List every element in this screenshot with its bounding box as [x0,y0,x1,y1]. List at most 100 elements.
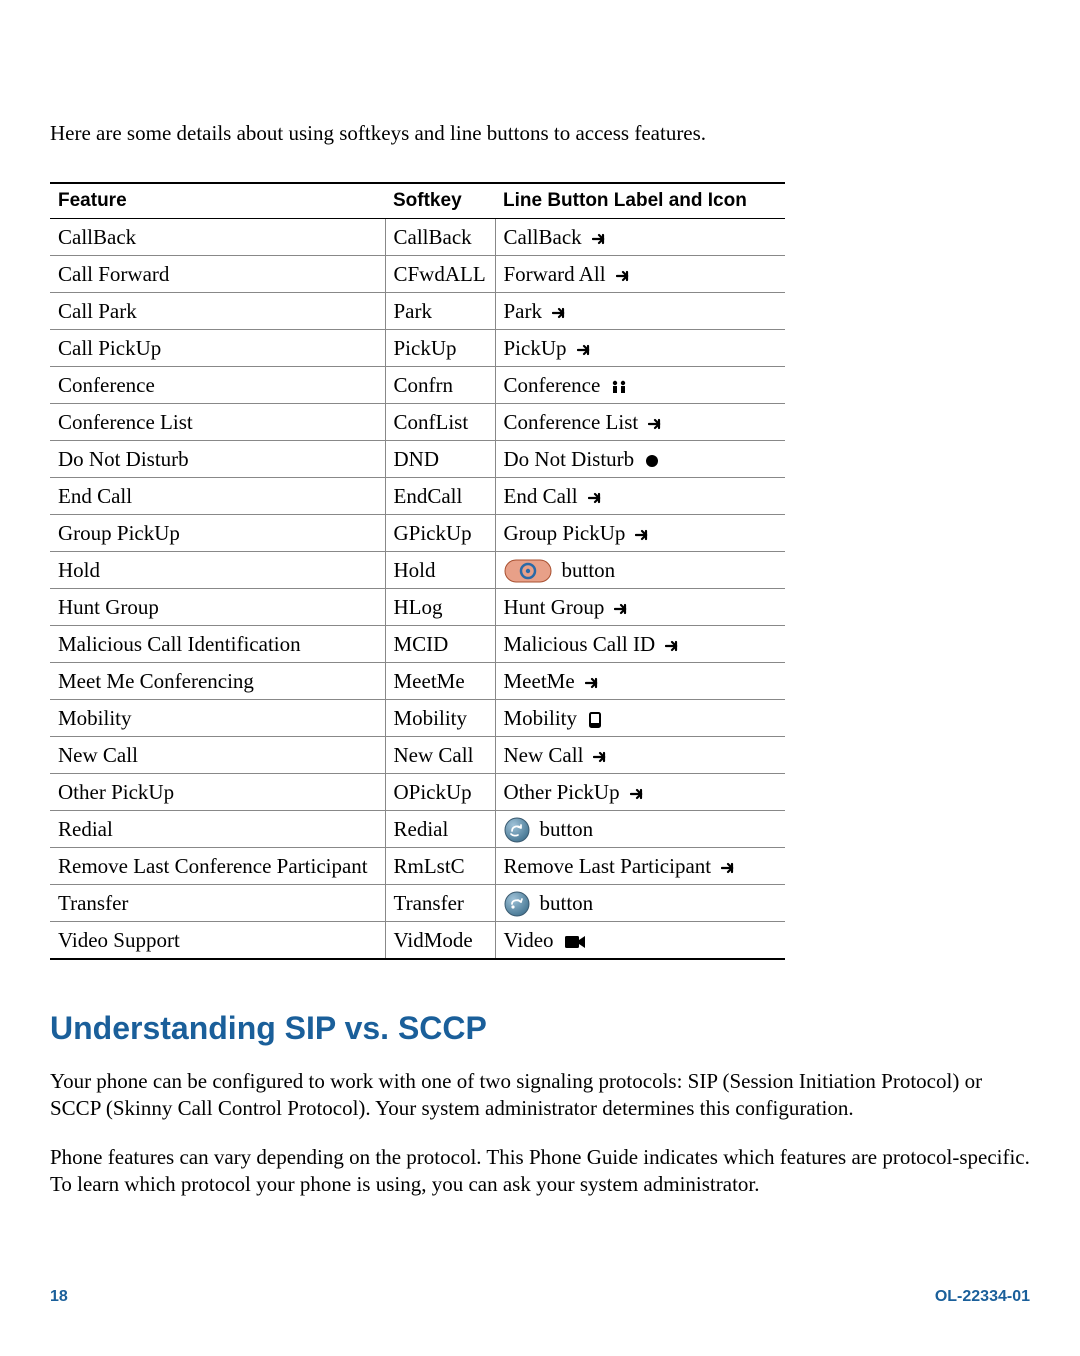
arrow-icon [593,743,611,768]
line-button-cell: Other PickUp [495,774,785,811]
transfer-button-icon [504,889,530,916]
table-row: End CallEndCallEnd Call [50,478,785,515]
table-row: Call ParkParkPark [50,293,785,330]
arrow-icon [552,299,570,324]
line-button-cell: button [495,811,785,848]
feature-cell: Other PickUp [50,774,385,811]
arrow-icon [630,780,648,805]
feature-cell: Call Park [50,293,385,330]
feature-cell: Malicious Call Identification [50,626,385,663]
softkey-cell: HLog [385,589,495,626]
line-button-cell: Video [495,922,785,960]
table-row: Conference ListConfListConference List [50,404,785,441]
mobility-icon [587,706,603,731]
feature-cell: Video Support [50,922,385,960]
table-row: Call ForwardCFwdALLForward All [50,256,785,293]
line-label: Malicious Call ID [504,632,656,657]
line-button-cell: CallBack [495,219,785,256]
line-label: Do Not Disturb [504,447,635,472]
doc-id: OL-22334-01 [935,1288,1030,1306]
line-button-cell: button [495,552,785,589]
body-para-2: Phone features can vary depending on the… [50,1144,1030,1199]
softkey-cell: Mobility [385,700,495,737]
feature-table: Feature Softkey Line Button Label and Ic… [50,182,785,960]
video-icon [564,928,586,953]
arrow-icon [585,669,603,694]
line-label: Hunt Group [504,595,605,620]
line-label: Video [504,928,554,953]
arrow-icon [588,484,606,509]
intro-text: Here are some details about using softke… [50,121,1030,146]
line-button-cell: Conference List [495,404,785,441]
table-row: TransferTransferbutton [50,885,785,922]
table-row: Hunt GroupHLogHunt Group [50,589,785,626]
arrow-icon [614,595,632,620]
line-button-cell: Do Not Disturb [495,441,785,478]
arrow-icon [665,632,683,657]
line-label: Conference [504,373,601,398]
feature-cell: Group PickUp [50,515,385,552]
line-label: New Call [504,743,584,768]
body-para-1: Your phone can be configured to work wit… [50,1068,1030,1123]
line-label: CallBack [504,225,582,250]
feature-cell: CallBack [50,219,385,256]
softkey-cell: RmLstC [385,848,495,885]
feature-cell: Hunt Group [50,589,385,626]
line-label: Park [504,299,543,324]
table-row: MobilityMobilityMobility [50,700,785,737]
feature-cell: Conference [50,367,385,404]
softkey-cell: CallBack [385,219,495,256]
line-label: button [562,558,616,583]
softkey-cell: Hold [385,552,495,589]
line-label: PickUp [504,336,567,361]
softkey-cell: Redial [385,811,495,848]
col-line-header: Line Button Label and Icon [495,183,785,219]
feature-cell: Remove Last Conference Participant [50,848,385,885]
arrow-icon [592,225,610,250]
softkey-cell: VidMode [385,922,495,960]
line-label: Forward All [504,262,606,287]
line-button-cell: MeetMe [495,663,785,700]
softkey-cell: DND [385,441,495,478]
table-row: Video SupportVidMode Video [50,922,785,960]
softkey-cell: Park [385,293,495,330]
redial-button-icon [504,815,530,842]
arrow-icon [616,262,634,287]
line-label: Other PickUp [504,780,620,805]
table-row: Other PickUpOPickUpOther PickUp [50,774,785,811]
line-button-cell: Park [495,293,785,330]
table-row: ConferenceConfrnConference [50,367,785,404]
feature-cell: Transfer [50,885,385,922]
softkey-cell: New Call [385,737,495,774]
table-row: RedialRedial button [50,811,785,848]
line-button-cell: Hunt Group [495,589,785,626]
table-row: CallBackCallBackCallBack [50,219,785,256]
table-row: Call PickUpPickUpPickUp [50,330,785,367]
line-label: Conference List [504,410,639,435]
softkey-cell: EndCall [385,478,495,515]
table-row: Remove Last Conference ParticipantRmLstC… [50,848,785,885]
line-label: button [540,817,594,842]
feature-cell: End Call [50,478,385,515]
softkey-cell: MeetMe [385,663,495,700]
hold-button-icon [504,557,552,583]
line-label: button [540,891,594,916]
table-row: Meet Me ConferencingMeetMeMeetMe [50,663,785,700]
line-button-cell: button [495,885,785,922]
feature-cell: Mobility [50,700,385,737]
line-label: End Call [504,484,578,509]
feature-cell: Redial [50,811,385,848]
softkey-cell: CFwdALL [385,256,495,293]
feature-cell: Call PickUp [50,330,385,367]
col-feature-header: Feature [50,183,385,219]
page-number: 18 [50,1288,68,1306]
feature-cell: New Call [50,737,385,774]
table-row: Do Not DisturbDNDDo Not Disturb [50,441,785,478]
line-button-cell: Forward All [495,256,785,293]
col-softkey-header: Softkey [385,183,495,219]
softkey-cell: GPickUp [385,515,495,552]
feature-cell: Hold [50,552,385,589]
arrow-icon [721,854,739,879]
dnd-icon [644,447,660,472]
conference-icon [610,373,628,398]
